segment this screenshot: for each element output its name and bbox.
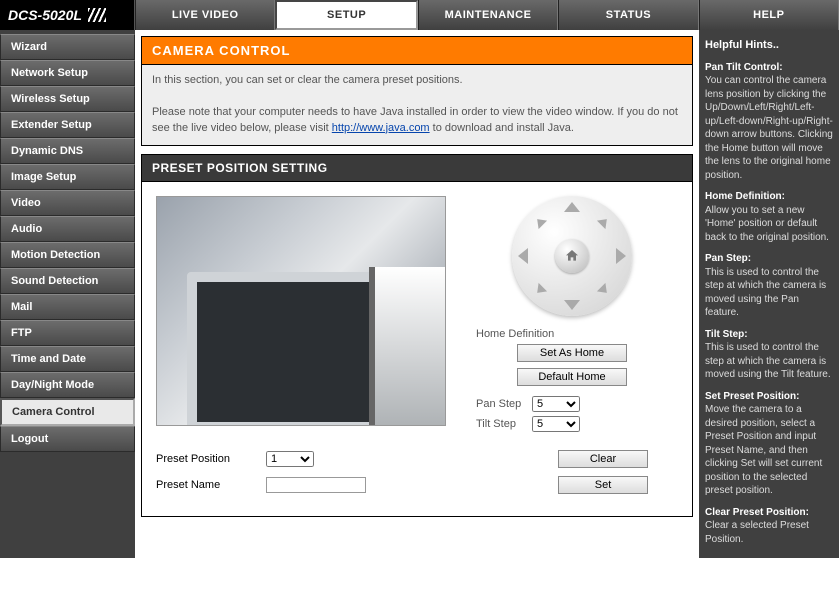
ptz-up-icon[interactable] <box>564 202 580 212</box>
sidebar-item-audio[interactable]: Audio <box>0 216 135 242</box>
sidebar: Wizard Network Setup Wireless Setup Exte… <box>0 30 135 558</box>
hint-tiltstep-title: Tilt Step: <box>705 328 833 342</box>
hint-home-body: Allow you to set a new 'Home' position o… <box>705 204 833 245</box>
hint-pantilt-body: You can control the camera lens position… <box>705 74 833 182</box>
brand-text: DCS-5020L <box>8 7 82 23</box>
preset-name-input[interactable] <box>266 477 366 493</box>
set-button[interactable]: Set <box>558 476 648 494</box>
tilt-step-select[interactable]: 5 <box>532 416 580 432</box>
hint-setpreset-title: Set Preset Position: <box>705 390 833 404</box>
hint-home-title: Home Definition: <box>705 190 833 204</box>
default-home-button[interactable]: Default Home <box>517 368 627 386</box>
intro-line2: Please note that your computer needs to … <box>152 105 682 137</box>
ptz-control-pad <box>512 196 632 316</box>
preset-name-label: Preset Name <box>156 479 266 491</box>
camera-control-header: CAMERA CONTROL <box>141 36 693 65</box>
sidebar-item-motion[interactable]: Motion Detection <box>0 242 135 268</box>
sidebar-item-time[interactable]: Time and Date <box>0 346 135 372</box>
set-as-home-button[interactable]: Set As Home <box>517 344 627 362</box>
help-title: Helpful Hints.. <box>705 38 833 53</box>
sidebar-item-network[interactable]: Network Setup <box>0 60 135 86</box>
hint-pantilt-title: Pan Tilt Control: <box>705 61 833 75</box>
preset-position-header: PRESET POSITION SETTING <box>141 154 693 182</box>
tilt-step-label: Tilt Step <box>476 418 532 430</box>
sidebar-item-ftp[interactable]: FTP <box>0 320 135 346</box>
logo-stripes-icon <box>88 8 106 22</box>
tab-setup[interactable]: SETUP <box>275 0 417 30</box>
hint-panstep-body: This is used to control the step at whic… <box>705 266 833 320</box>
ptz-down-icon[interactable] <box>564 300 580 310</box>
sidebar-item-sound[interactable]: Sound Detection <box>0 268 135 294</box>
tab-maintenance[interactable]: MAINTENANCE <box>418 0 558 30</box>
main-content: CAMERA CONTROL In this section, you can … <box>135 30 699 558</box>
home-icon <box>564 248 580 264</box>
live-video-preview <box>156 196 446 426</box>
preset-position-label: Preset Position <box>156 453 266 465</box>
sidebar-item-image[interactable]: Image Setup <box>0 164 135 190</box>
brand-logo: DCS-5020L <box>0 0 135 30</box>
hint-panstep-title: Pan Step: <box>705 252 833 266</box>
sidebar-item-wizard[interactable]: Wizard <box>0 34 135 60</box>
sidebar-item-ddns[interactable]: Dynamic DNS <box>0 138 135 164</box>
java-link[interactable]: http://www.java.com <box>332 122 430 134</box>
camera-control-intro: In this section, you can set or clear th… <box>141 65 693 146</box>
sidebar-item-logout[interactable]: Logout <box>0 426 135 452</box>
hint-tiltstep-body: This is used to control the step at whic… <box>705 341 833 382</box>
sidebar-item-daynight[interactable]: Day/Night Mode <box>0 372 135 398</box>
top-nav: DCS-5020L LIVE VIDEO SETUP MAINTENANCE S… <box>0 0 839 30</box>
preset-position-select[interactable]: 1 <box>266 451 314 467</box>
hint-clearpreset-body: Clear a selected Preset Position. <box>705 519 833 546</box>
sidebar-item-wireless[interactable]: Wireless Setup <box>0 86 135 112</box>
sidebar-item-mail[interactable]: Mail <box>0 294 135 320</box>
tab-status[interactable]: STATUS <box>558 0 698 30</box>
tab-help[interactable]: HELP <box>699 0 839 30</box>
intro-line1: In this section, you can set or clear th… <box>152 73 682 89</box>
sidebar-item-video[interactable]: Video <box>0 190 135 216</box>
pan-step-label: Pan Step <box>476 398 532 410</box>
sidebar-item-extender[interactable]: Extender Setup <box>0 112 135 138</box>
ptz-right-icon[interactable] <box>616 248 626 264</box>
intro-text-b: to download and install Java. <box>430 122 574 134</box>
clear-button[interactable]: Clear <box>558 450 648 468</box>
ptz-home-button[interactable] <box>555 239 589 273</box>
sidebar-item-camera-control[interactable]: Camera Control <box>0 398 135 426</box>
home-definition-label: Home Definition <box>466 328 554 340</box>
pan-step-select[interactable]: 5 <box>532 396 580 412</box>
help-panel: Helpful Hints.. Pan Tilt Control: You ca… <box>699 30 839 558</box>
hint-clearpreset-title: Clear Preset Position: <box>705 506 833 520</box>
hint-setpreset-body: Move the camera to a desired position, s… <box>705 403 833 498</box>
ptz-left-icon[interactable] <box>518 248 528 264</box>
tab-live-video[interactable]: LIVE VIDEO <box>135 0 275 30</box>
